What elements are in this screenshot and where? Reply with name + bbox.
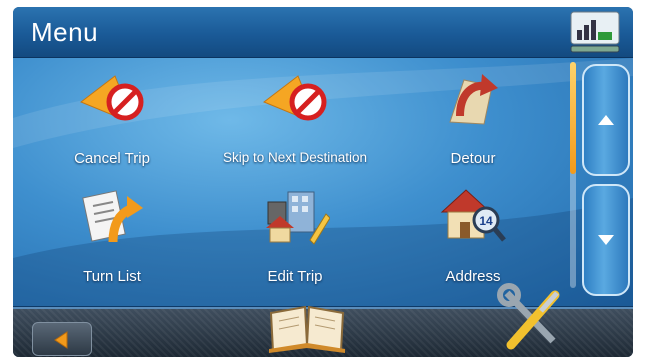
up-arrow-icon [598,115,614,125]
back-arrow-icon [54,331,68,349]
menu-label-turn-list: Turn List [83,268,141,285]
down-arrow-icon [598,235,614,245]
scrollbar-thumb[interactable] [570,62,576,174]
menu-item-skip-destination[interactable]: Skip to Next Destination [220,62,370,172]
menu-item-cancel-trip[interactable]: Cancel Trip [37,62,187,172]
cancel-trip-icon [80,75,144,121]
address-book-icon[interactable] [265,293,349,355]
signal-strength-icon[interactable] [569,10,621,54]
menu-label-edit-trip: Edit Trip [267,268,323,285]
header-bar: Menu [13,7,633,58]
skip-destination-icon [263,75,327,121]
menu-label-cancel-trip: Cancel Trip [74,150,150,167]
scroll-up-button[interactable] [582,64,630,176]
detour-icon [449,74,498,125]
navigation-screen: Menu Cancel Trip Skip to Next Destinatio… [13,7,633,357]
edit-trip-icon [266,191,330,245]
page-title: Menu [31,17,99,47]
scroll-down-button[interactable] [582,184,630,296]
menu-label-skip-destination: Skip to Next Destination [222,150,368,165]
menu-item-turn-list[interactable]: Turn List [37,180,187,290]
back-button[interactable] [32,322,92,356]
menu-item-edit-trip[interactable]: Edit Trip [220,180,370,290]
menu-item-detour[interactable]: Detour [398,62,548,172]
scrollbar-track[interactable] [570,62,576,288]
menu-label-detour: Detour [450,150,496,167]
menu-area: Cancel Trip Skip to Next Destination Det… [13,58,633,306]
menu-item-address[interactable]: 14 Address [398,180,548,290]
address-number-badge: 14 [479,214,493,228]
turn-list-icon [82,190,143,243]
address-icon: 14 [440,189,506,242]
tools-icon[interactable] [497,283,565,355]
